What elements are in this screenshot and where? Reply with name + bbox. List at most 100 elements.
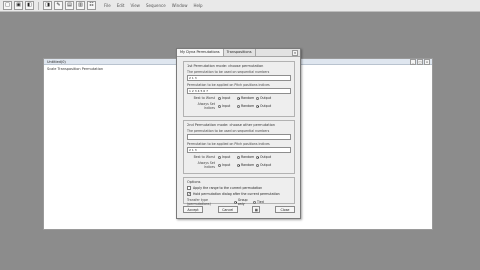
radio-label: Input	[222, 163, 231, 167]
permutation-input[interactable]	[187, 134, 291, 140]
accept-button[interactable]: Accept	[183, 206, 203, 213]
radio-label: Input	[222, 155, 231, 159]
radio-dot	[256, 155, 259, 159]
menu-help[interactable]: Help	[193, 3, 202, 8]
radio-group-only[interactable]: Group only	[234, 198, 253, 206]
radio-row-label: Best to Worst	[193, 96, 215, 100]
field-label: The permutation to be used on sequential…	[187, 70, 270, 74]
radio-row-label: Always Set Indices	[197, 102, 215, 110]
radio-label: Tied	[257, 200, 264, 204]
dialog-tabs: My Dyna Permutations Transpositions	[177, 49, 300, 57]
menu-window[interactable]: Window	[172, 3, 188, 8]
radio-label: Group only	[237, 198, 248, 206]
main-toolbar: □ ▣ ◧ ◨ ✎ ▤ ▥ ☷ File Edit View Sequence …	[0, 0, 480, 12]
document-title: Untitled(0)	[47, 59, 66, 64]
group-title: Options	[187, 180, 201, 184]
radio-label: Random	[241, 155, 255, 159]
group-second-permutation: 2nd Permutation mode: choose other permu…	[183, 120, 295, 174]
radio-dot	[256, 96, 259, 100]
radio-row-best-to-worst: Best to Worst Input Random Output	[187, 155, 291, 159]
radio-dot	[237, 104, 240, 108]
radio-row-best-to-worst: Best to Worst Input Random Output	[187, 96, 291, 100]
copy-icon[interactable]: ◨	[43, 1, 52, 10]
group-title: 2nd Permutation mode: choose other permu…	[187, 123, 276, 127]
new-icon[interactable]: □	[3, 1, 12, 10]
radio-input[interactable]: Input	[218, 163, 237, 167]
radio-label: Output	[260, 163, 272, 167]
checkbox[interactable]: ✓	[187, 192, 191, 196]
radio-output[interactable]: Output	[256, 163, 275, 167]
tab-transpositions[interactable]: Transpositions	[224, 49, 256, 56]
group-first-permutation: 1st Permutation mode: choose permutation…	[183, 61, 295, 117]
close-button[interactable]: Close	[274, 206, 295, 213]
menu-file[interactable]: File	[104, 3, 111, 8]
open-icon[interactable]: ▣	[14, 1, 23, 10]
radio-random[interactable]: Random	[237, 163, 256, 167]
dialog-buttons: Accept Cancel ▦ Close	[183, 206, 295, 213]
radio-dot	[237, 163, 240, 167]
radio-label: Output	[260, 155, 272, 159]
toolbar-separator	[38, 1, 39, 10]
maximize-icon[interactable]: □	[417, 59, 423, 65]
radio-output[interactable]: Output	[256, 104, 275, 108]
cancel-button[interactable]: Cancel	[217, 206, 238, 213]
radio-dot	[218, 96, 221, 100]
radio-label: Input	[222, 104, 231, 108]
radio-input[interactable]: Input	[218, 96, 237, 100]
radio-dot	[218, 163, 221, 167]
pitch-indices-input[interactable]: 2 1 3	[187, 147, 291, 153]
radio-dot	[237, 155, 240, 159]
group-title: 1st Permutation mode: choose permutation	[187, 64, 264, 68]
radio-label: Random	[241, 163, 255, 167]
save-icon[interactable]: ◧	[25, 1, 34, 10]
tab-permutations[interactable]: My Dyna Permutations	[177, 49, 224, 56]
radio-tied[interactable]: Tied	[253, 200, 272, 204]
radio-label: Input	[222, 96, 231, 100]
radio-row-label: Transfer type (permutations)	[187, 198, 211, 206]
radio-row-transfer-type: Transfer type (permutations) Group only …	[187, 198, 291, 206]
checkbox-label: Hold permutation dialog after the curren…	[193, 192, 280, 196]
menu-view[interactable]: View	[130, 3, 140, 8]
settings-icon[interactable]: ☷	[87, 1, 96, 10]
radio-dot	[256, 104, 259, 108]
option-hold-dialog[interactable]: ✓ Hold permutation dialog after the curr…	[187, 192, 291, 196]
radio-dot	[237, 96, 240, 100]
radio-output[interactable]: Output	[256, 96, 275, 100]
radio-input[interactable]: Input	[218, 155, 237, 159]
radio-dot	[253, 200, 256, 204]
dialog-close-icon[interactable]: ✕	[292, 50, 298, 56]
close-icon[interactable]: ×	[424, 59, 430, 65]
checkbox[interactable]	[187, 186, 191, 190]
radio-dot	[218, 104, 221, 108]
menu-sequence[interactable]: Sequence	[146, 3, 166, 8]
minimize-icon[interactable]: _	[410, 59, 416, 65]
radio-label: Random	[241, 104, 255, 108]
menu-edit[interactable]: Edit	[117, 3, 125, 8]
group-options: Options Apply the range to the current p…	[183, 177, 295, 206]
radio-label: Output	[260, 96, 272, 100]
option-apply-range[interactable]: Apply the range to the current permutati…	[187, 186, 291, 190]
radio-dot	[218, 155, 221, 159]
help-icon[interactable]: ▦	[252, 206, 261, 213]
pitch-indices-input[interactable]: 1 2 3 4 5 6 7	[187, 88, 291, 94]
grid-icon[interactable]: ▥	[76, 1, 85, 10]
radio-dot	[256, 163, 259, 167]
field-label: Permutation to be applied on Pitch posit…	[187, 142, 270, 146]
edit-icon[interactable]: ✎	[54, 1, 63, 10]
radio-output[interactable]: Output	[256, 155, 275, 159]
list-icon[interactable]: ▤	[65, 1, 74, 10]
radio-label: Output	[260, 104, 272, 108]
radio-row-label: Best to Worst	[193, 155, 215, 159]
permutation-input[interactable]: 2 1 3	[187, 75, 291, 81]
radio-random[interactable]: Random	[237, 96, 256, 100]
radio-random[interactable]: Random	[237, 104, 256, 108]
radio-label: Random	[241, 96, 255, 100]
radio-row-set-indices: Always Set Indices Input Random Output	[187, 161, 291, 169]
window-controls: _ □ ×	[410, 59, 430, 65]
field-label: The permutation to be used on sequential…	[187, 129, 270, 133]
permutation-dialog: My Dyna Permutations Transpositions ✕ 1s…	[176, 48, 301, 219]
radio-row-label: Always Set Indices	[197, 161, 215, 169]
radio-row-set-indices: Always Set Indices Input Random Output	[187, 102, 291, 110]
radio-input[interactable]: Input	[218, 104, 237, 108]
radio-random[interactable]: Random	[237, 155, 256, 159]
